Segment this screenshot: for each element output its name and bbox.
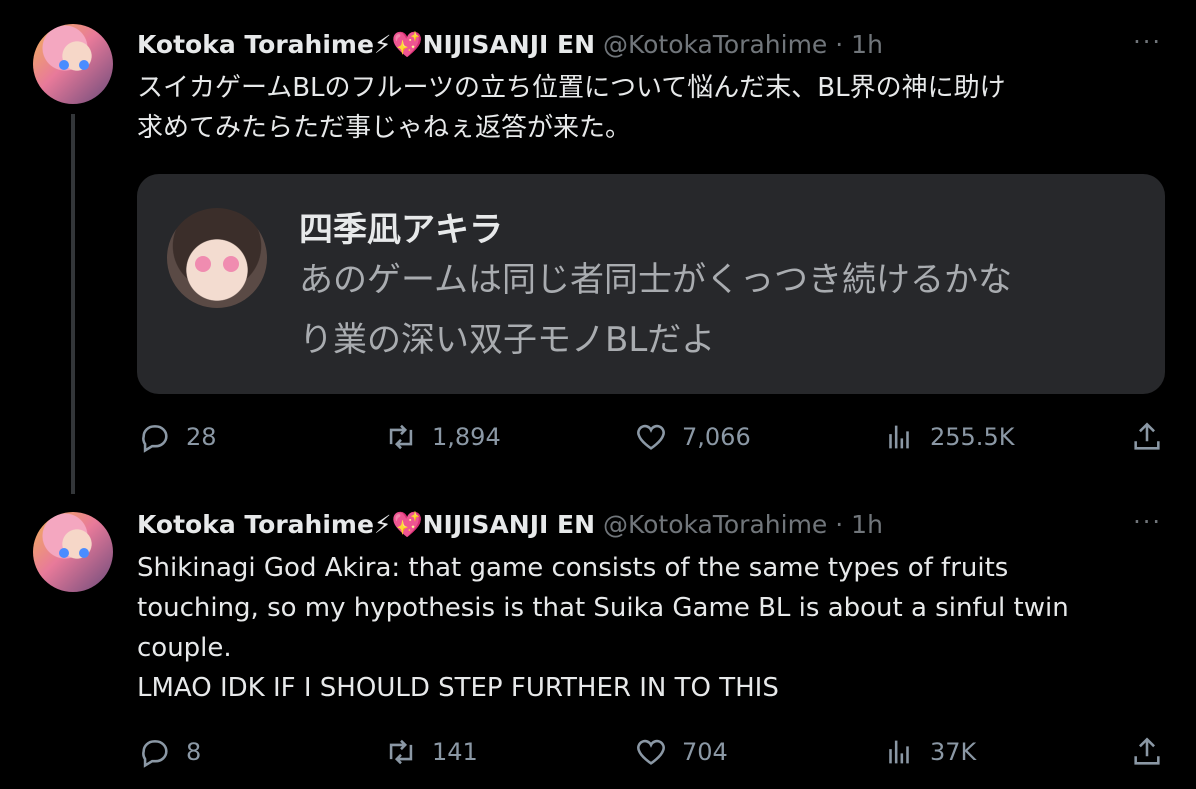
reply-icon [142,425,168,453]
author-handle[interactable]: @KotokaTorahime [603,30,827,59]
author-avatar[interactable] [33,512,113,592]
views-button[interactable]: 37K [882,735,976,769]
action-bar: 8 141 704 37K [0,735,1196,775]
heart-icon [637,739,665,765]
share-icon [1134,737,1160,765]
action-bar: 28 1,894 7,066 255.5K [0,420,1196,460]
views-icon [889,425,909,449]
share-button[interactable] [1130,420,1164,454]
heart-icon [637,424,665,450]
views-count: 37K [930,738,977,766]
tweet[interactable]: Kotoka Torahime⚡💖NIJISANJI EN @KotokaTor… [0,490,1196,789]
more-options-icon[interactable]: ··· [1133,508,1162,536]
reply-icon [142,740,168,768]
more-options-icon[interactable]: ··· [1133,28,1162,56]
tweet[interactable]: Kotoka Torahime⚡💖NIJISANJI EN @KotokaTor… [0,0,1196,494]
tweet-header: Kotoka Torahime⚡💖NIJISANJI EN @KotokaTor… [137,30,883,60]
timestamp[interactable]: 1h [851,510,883,539]
reply-button[interactable]: 8 [138,735,201,769]
tweet-text-line: 求めてみたらただ事じゃねぇ返答が来た。 [137,113,632,143]
views-icon [889,740,909,764]
retweet-icon [389,739,413,765]
share-icon [1134,422,1160,450]
tweet-text-line: LMAO IDK IF I SHOULD STEP FURTHER IN TO … [137,673,779,703]
reply-count: 8 [186,738,202,766]
tweet-text-line: couple. [137,633,232,663]
quoted-image-card[interactable]: 四季凪アキラ あのゲームは同じ者同士がくっつき続けるかな り業の深い双子モノBL… [137,174,1165,394]
quoted-text: あのゲームは同じ者同士がくっつき続けるかな り業の深い双子モノBLだよ [299,250,1139,370]
retweet-button[interactable]: 1,894 [384,420,501,454]
share-button[interactable] [1130,735,1164,769]
like-button[interactable]: 7,066 [634,420,751,454]
quoted-avatar [167,208,267,308]
quoted-name: 四季凪アキラ [299,210,503,250]
views-button[interactable]: 255.5K [882,420,1014,454]
separator: · [835,30,844,59]
quoted-text-line: り業の深い双子モノBLだよ [299,320,716,360]
tweet-text-line: スイカゲームBLのフルーツの立ち位置について悩んだ末、BL界の神に助け [137,73,1006,103]
tweet-header: Kotoka Torahime⚡💖NIJISANJI EN @KotokaTor… [137,510,883,540]
like-count: 7,066 [682,423,751,451]
views-count: 255.5K [930,423,1015,451]
tweet-text-line: Shikinagi God Akira: that game consists … [137,553,1009,583]
retweet-count: 1,894 [432,423,501,451]
tweet-text-line: touching, so my hypothesis is that Suika… [137,593,1069,623]
reply-button[interactable]: 28 [138,420,217,454]
author-name[interactable]: Kotoka Torahime⚡💖NIJISANJI EN [137,510,595,539]
quoted-text-line: あのゲームは同じ者同士がくっつき続けるかな [299,260,1012,300]
like-button[interactable]: 704 [634,735,728,769]
separator: · [835,510,844,539]
retweet-icon [389,424,413,450]
author-avatar[interactable] [33,24,113,104]
tweet-text: Shikinagi God Akira: that game consists … [137,548,1157,708]
author-name[interactable]: Kotoka Torahime⚡💖NIJISANJI EN [137,30,595,59]
tweet-text: スイカゲームBLのフルーツの立ち位置について悩んだ末、BL界の神に助け 求めてみ… [137,68,1157,148]
reply-count: 28 [186,423,217,451]
timestamp[interactable]: 1h [851,30,883,59]
author-handle[interactable]: @KotokaTorahime [603,510,827,539]
retweet-button[interactable]: 141 [384,735,478,769]
retweet-count: 141 [432,738,478,766]
like-count: 704 [682,738,728,766]
